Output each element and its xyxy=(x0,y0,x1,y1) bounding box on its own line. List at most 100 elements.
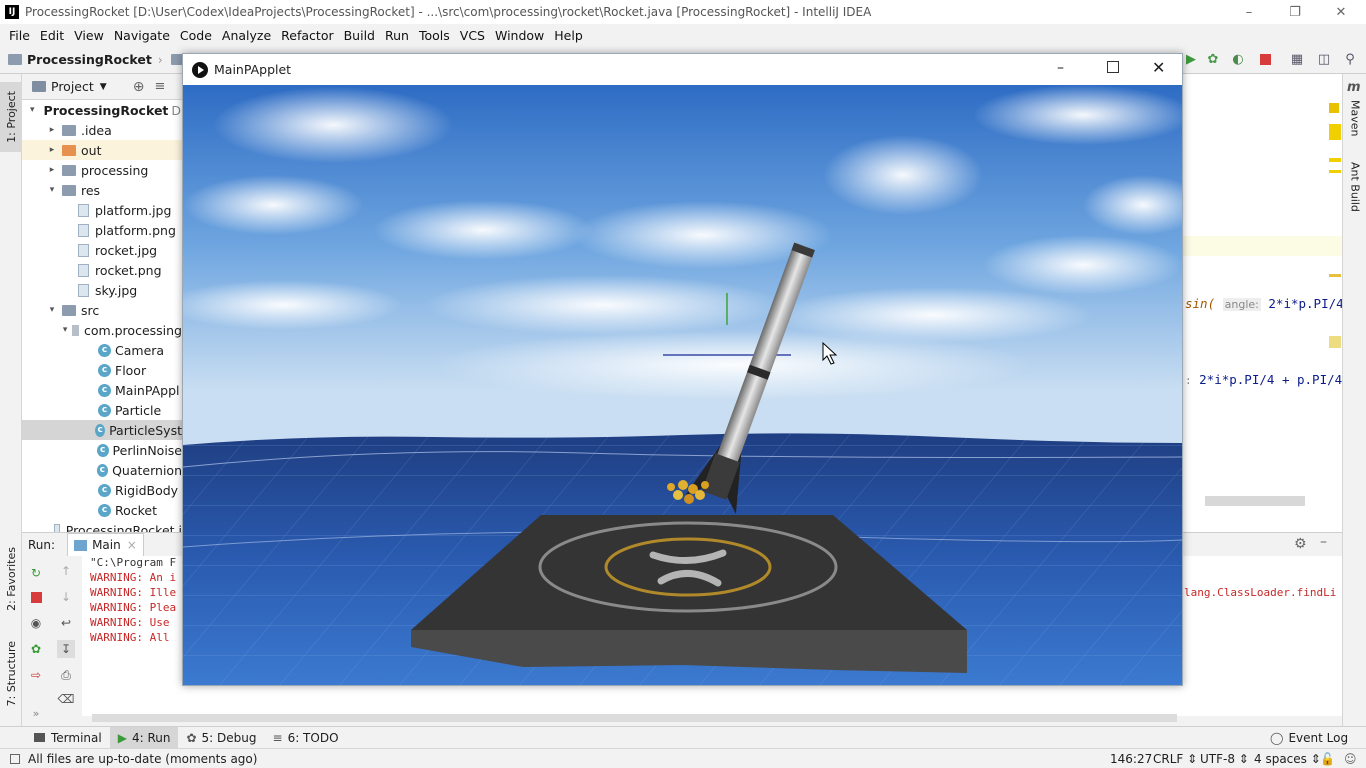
run-tab-main[interactable]: Main × xyxy=(67,533,144,556)
exit-icon[interactable]: ⇨ xyxy=(27,666,45,684)
tab-maven[interactable]: Maven xyxy=(1343,96,1366,140)
camera-icon[interactable]: ◉ xyxy=(27,614,45,632)
debug-icon[interactable]: ✿ xyxy=(1204,50,1222,68)
chevron-down-icon[interactable]: ▼ xyxy=(100,82,107,92)
tree-item[interactable]: platform.png xyxy=(22,220,182,240)
minimize-icon[interactable]: – xyxy=(1226,0,1272,24)
indent-setting[interactable]: 4 spaces ⇕ xyxy=(1254,752,1321,766)
chevron-down-icon[interactable]: ▾ xyxy=(30,105,35,115)
tree-item[interactable]: c MainPAppl xyxy=(22,380,182,400)
chevron-right-icon[interactable]: ▸ xyxy=(46,145,58,155)
down-arrow-icon[interactable]: ↓ xyxy=(57,588,75,606)
menu-file[interactable]: File xyxy=(4,28,35,43)
tab-project[interactable]: 1: Project xyxy=(0,82,22,152)
tree-item[interactable]: ▾ com.processing xyxy=(22,320,182,340)
tree-item[interactable]: c Camera xyxy=(22,340,182,360)
chevron-down-icon[interactable]: ▾ xyxy=(62,325,68,335)
locate-icon[interactable]: ⊕ xyxy=(133,79,145,95)
error-stripe-mark[interactable] xyxy=(1329,336,1341,348)
scroll-to-end-icon[interactable]: ↧ xyxy=(57,640,75,658)
menu-view[interactable]: View xyxy=(69,28,109,43)
layout-toggle-icon[interactable] xyxy=(10,753,20,764)
editor-pane[interactable]: sin( angle: 2*i*p.PI/4 : 2*i*p.PI/4 + p.… xyxy=(1182,74,1344,532)
lock-icon[interactable]: 🔓 xyxy=(1320,752,1335,766)
minimize-icon[interactable]: – xyxy=(1057,60,1064,76)
tree-item[interactable]: ▸ .idea xyxy=(22,120,182,140)
inspector-icon[interactable]: ☺ xyxy=(1344,752,1357,766)
run-icon[interactable]: ▶ xyxy=(1182,50,1200,68)
coverage-icon[interactable]: ◐ xyxy=(1229,50,1247,68)
error-stripe-mark[interactable] xyxy=(1329,124,1341,140)
menu-help[interactable]: Help xyxy=(549,28,588,43)
menu-vcs[interactable]: VCS xyxy=(455,28,490,43)
tree-item[interactable]: c Quaternion xyxy=(22,460,182,480)
tab-terminal[interactable]: Terminal xyxy=(26,727,110,749)
error-stripe-mark[interactable] xyxy=(1329,274,1341,277)
trash-icon[interactable]: ⌫ xyxy=(57,690,75,708)
menu-analyze[interactable]: Analyze xyxy=(217,28,276,43)
horizontal-scrollbar[interactable] xyxy=(92,714,1177,722)
tab-structure[interactable]: 7: Structure xyxy=(0,634,22,714)
tree-item[interactable]: c ParticleSyst xyxy=(22,420,182,440)
tree-item[interactable]: rocket.png xyxy=(22,260,182,280)
tree-item[interactable]: c Rocket xyxy=(22,500,182,520)
close-tab-icon[interactable]: × xyxy=(127,538,137,552)
soft-wrap-icon[interactable]: ↩ xyxy=(57,614,75,632)
debug-bug-icon[interactable]: ✿ xyxy=(27,640,45,658)
stop-icon[interactable] xyxy=(27,588,45,606)
error-stripe-mark[interactable] xyxy=(1329,158,1341,162)
tree-item[interactable]: c RigidBody xyxy=(22,480,182,500)
project-view-selector[interactable]: Project xyxy=(51,79,94,94)
up-arrow-icon[interactable]: ↑ xyxy=(57,562,75,580)
tree-item[interactable]: ▾ res xyxy=(22,180,182,200)
layout-icon[interactable]: ◫ xyxy=(1315,50,1333,68)
settings-icon[interactable]: ≡ xyxy=(154,79,165,94)
gear-icon[interactable]: ⚙ xyxy=(1294,536,1307,552)
chevron-right-icon[interactable]: ▸ xyxy=(46,125,58,135)
tree-item[interactable]: ▸ processing xyxy=(22,160,182,180)
tab-ant-build[interactable]: Ant Build xyxy=(1343,154,1366,220)
chevron-right-icon[interactable]: ▸ xyxy=(46,165,58,175)
applet-canvas[interactable] xyxy=(183,85,1182,685)
tree-item[interactable]: rocket.jpg xyxy=(22,240,182,260)
project-structure-icon[interactable]: ▦ xyxy=(1288,50,1306,68)
rocket-scene[interactable] xyxy=(183,85,1182,685)
menu-run[interactable]: Run xyxy=(380,28,414,43)
event-log-button[interactable]: ◯ Event Log xyxy=(1262,727,1356,749)
menu-tools[interactable]: Tools xyxy=(414,28,455,43)
tab-favorites[interactable]: 2: Favorites xyxy=(0,539,22,619)
tree-item[interactable]: c Floor xyxy=(22,360,182,380)
rerun-icon[interactable]: ↻ xyxy=(27,564,45,582)
menu-window[interactable]: Window xyxy=(490,28,549,43)
tree-item[interactable]: ▾ ProcessingRocket D:\ xyxy=(22,100,182,120)
maximize-icon[interactable] xyxy=(1107,61,1119,73)
tree-item[interactable]: c PerlinNoise xyxy=(22,440,182,460)
menu-refactor[interactable]: Refactor xyxy=(276,28,338,43)
search-icon[interactable]: ⚲ xyxy=(1341,50,1359,68)
restore-icon[interactable]: ❐ xyxy=(1272,0,1318,24)
warning-icon[interactable] xyxy=(1329,103,1339,113)
chevron-down-icon[interactable]: ▾ xyxy=(46,185,58,195)
menu-code[interactable]: Code xyxy=(175,28,217,43)
line-separator[interactable]: CRLF ⇕ xyxy=(1153,752,1197,766)
close-icon[interactable]: ✕ xyxy=(1318,0,1364,24)
tree-item[interactable]: sky.jpg xyxy=(22,280,182,300)
tree-item[interactable]: c Particle xyxy=(22,400,182,420)
error-stripe-mark[interactable] xyxy=(1329,170,1341,173)
more-icon[interactable]: » xyxy=(27,704,45,722)
menu-navigate[interactable]: Navigate xyxy=(109,28,175,43)
close-icon[interactable]: ✕ xyxy=(1152,58,1165,77)
file-encoding[interactable]: UTF-8 ⇕ xyxy=(1200,752,1249,766)
tab-run[interactable]: ▶ 4: Run xyxy=(109,726,179,749)
print-icon[interactable]: ⎙ xyxy=(57,666,75,684)
horizontal-scrollbar[interactable] xyxy=(1205,496,1305,506)
tree-item[interactable]: ▾ src xyxy=(22,300,182,320)
chevron-down-icon[interactable]: ▾ xyxy=(46,305,58,315)
menu-edit[interactable]: Edit xyxy=(35,28,69,43)
applet-window[interactable]: MainPApplet – ✕ xyxy=(182,53,1183,686)
menu-build[interactable]: Build xyxy=(339,28,380,43)
status-message[interactable]: All files are up-to-date (moments ago) xyxy=(28,752,257,766)
hide-panel-icon[interactable]: – xyxy=(1320,534,1327,550)
tab-debug[interactable]: ✿ 5: Debug xyxy=(178,727,264,749)
tree-item[interactable]: ProcessingRocket.i xyxy=(22,520,182,532)
